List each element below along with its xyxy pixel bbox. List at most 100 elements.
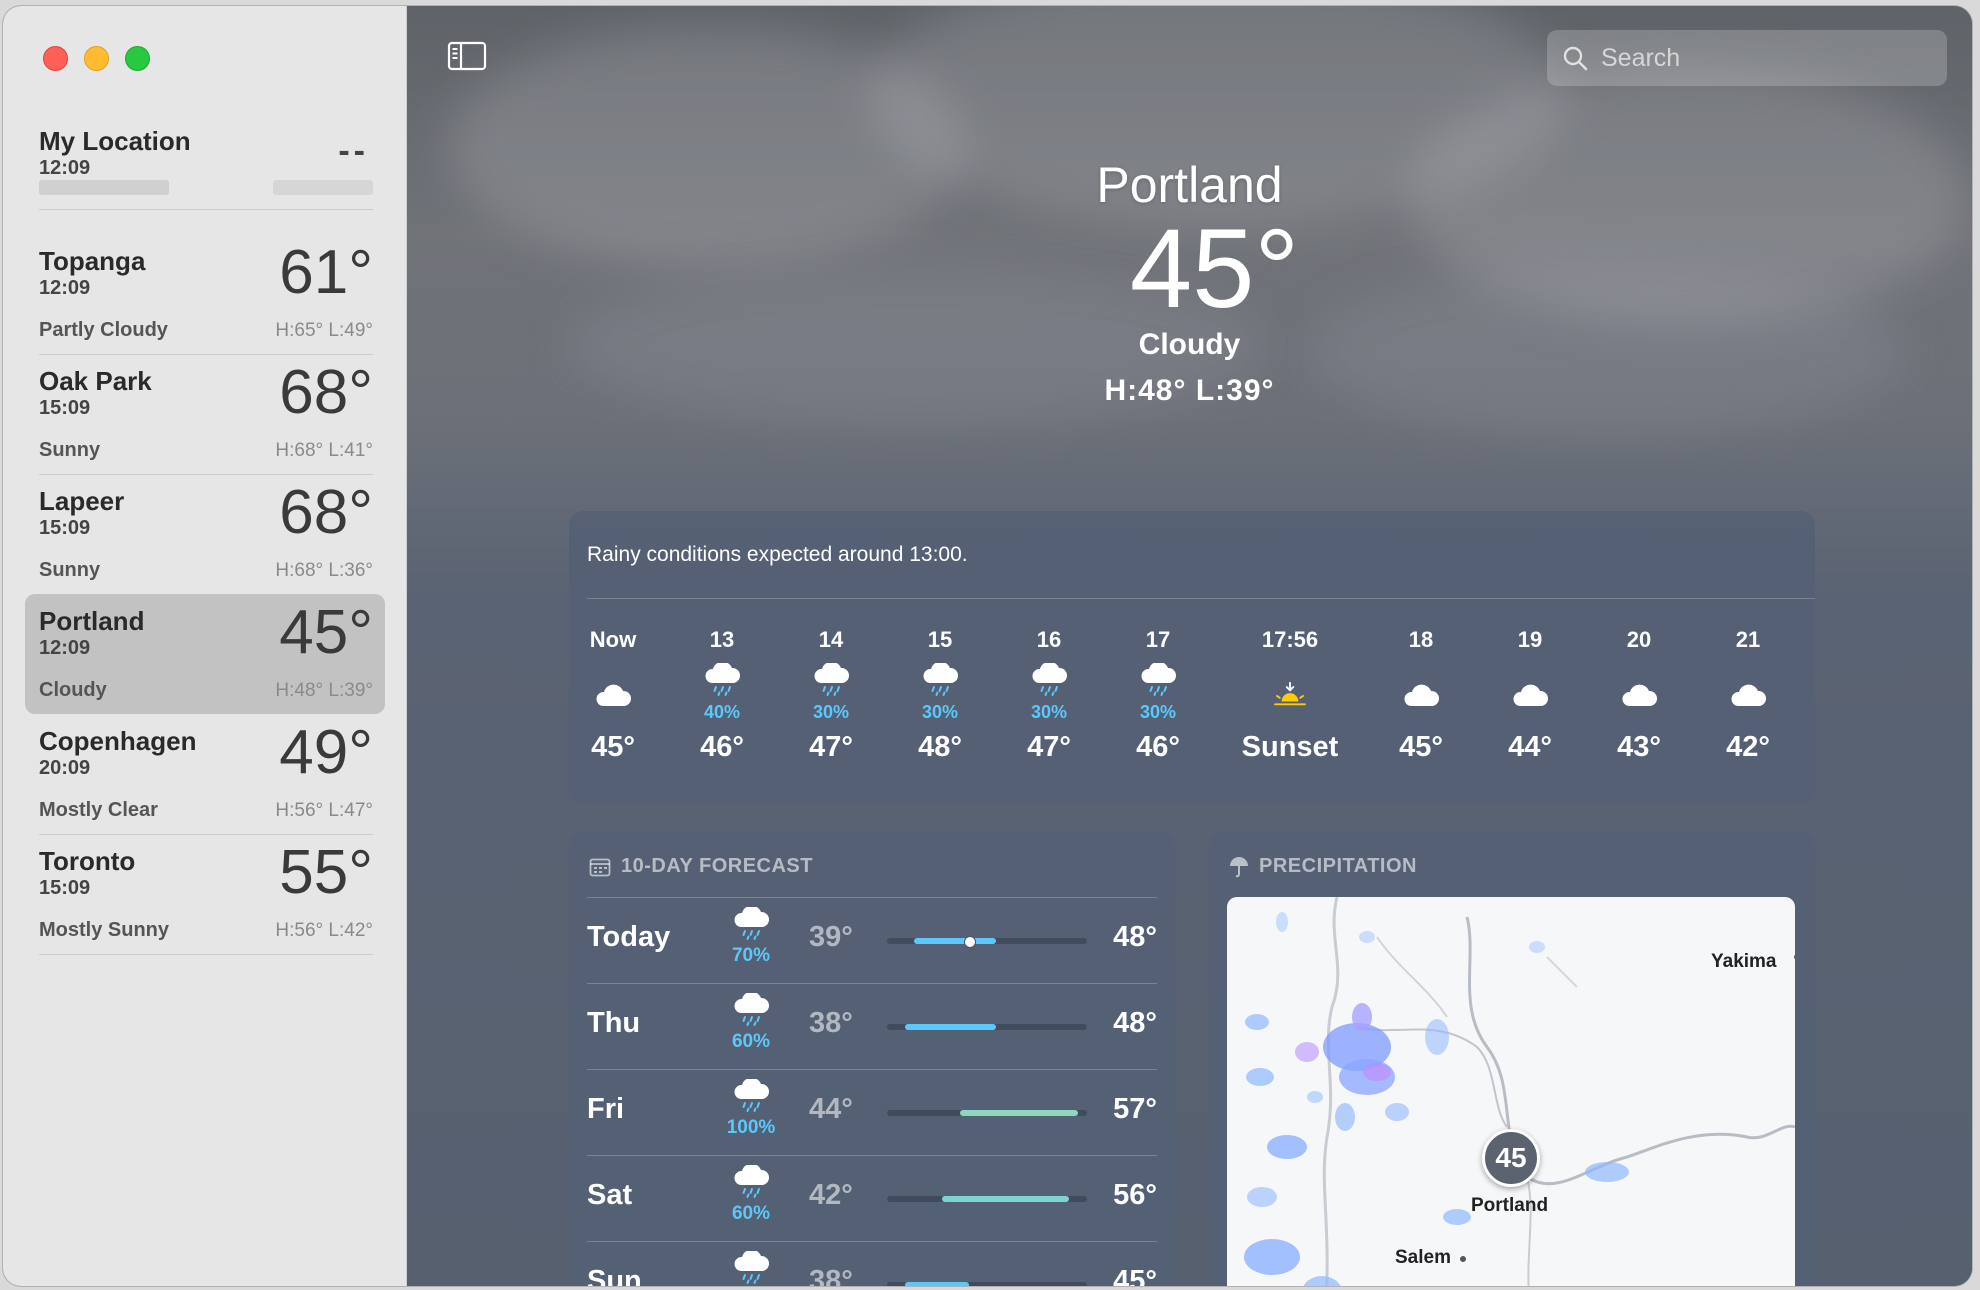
day-row[interactable]: Sat 60% 42° 56° — [587, 1155, 1157, 1241]
precipitation-card[interactable]: PRECIPITATION Yakima 45 Portland Salem — [1209, 831, 1815, 1286]
location-item[interactable]: My Location 12:09 -- — [25, 114, 385, 210]
cloud-icon — [559, 657, 667, 709]
day-name: Thu — [587, 1007, 641, 1039]
search-input[interactable] — [1599, 42, 1923, 74]
cloud-rain-icon — [777, 657, 885, 697]
temperature-range-bar — [887, 1282, 1087, 1286]
location-condition: Sunny — [39, 559, 101, 581]
location-item[interactable]: Copenhagen 20:09 49° Mostly Clear H:56° L:47… — [25, 714, 385, 835]
current-conditions: Portland 45° Cloudy H:48° L:39° — [407, 154, 1972, 414]
hour-temp: Sunset — [1241, 731, 1339, 763]
day-name: Sun — [587, 1265, 642, 1286]
hourly-summary: Rainy conditions expected around 13:00. — [587, 543, 968, 566]
hour-temp: 45° — [1399, 731, 1443, 763]
map-label-yakima: Yakima — [1711, 951, 1777, 972]
current-temperature: 45° — [1129, 206, 1300, 331]
current-condition: Cloudy — [1138, 328, 1241, 361]
precipitation-title: PRECIPITATION — [1259, 855, 1417, 877]
day-name: Today — [587, 921, 671, 953]
hour-temp: 47° — [809, 731, 853, 763]
map-pin[interactable]: 45 — [1482, 1129, 1540, 1187]
temperature-range-bar — [887, 1196, 1087, 1202]
hour-temp: 47° — [1027, 731, 1071, 763]
cloud-rain-icon — [1104, 657, 1212, 697]
day-low: 44° — [809, 1093, 853, 1125]
location-temp: 55° — [279, 838, 373, 907]
location-high-low: H:68° L:41° — [275, 440, 373, 461]
cloud-icon — [1476, 657, 1584, 709]
loading-placeholder — [39, 180, 169, 195]
cloud-rain-icon — [719, 1077, 783, 1118]
sidebar: My Location 12:09 -- Topanga 12:09 61° Partly … — [3, 6, 407, 1286]
day-row[interactable]: Fri 100% 44° 57° — [587, 1069, 1157, 1155]
ten-day-forecast-card[interactable]: 10-DAY FORECAST Today 70% 39° 48° Thu 60% 38° 4… — [569, 831, 1175, 1286]
day-row[interactable]: Today 70% 39° 48° — [587, 897, 1157, 983]
hour-label: 15 — [927, 627, 953, 652]
temperature-range-fill — [905, 1282, 969, 1286]
precip-probability: 40% — [703, 702, 741, 722]
temperature-range-bar — [887, 1024, 1087, 1030]
divider — [587, 598, 1815, 599]
ten-day-header: 10-DAY FORECAST — [589, 855, 813, 878]
map-label-portland: Portland — [1471, 1195, 1549, 1216]
search-field[interactable] — [1547, 30, 1947, 86]
hour-label: Now — [589, 627, 637, 652]
hour-temp: 46° — [700, 731, 744, 763]
cloud-rain-icon — [995, 657, 1103, 697]
location-item[interactable]: Lapeer 15:09 68° Sunny H:68° L:36° — [25, 474, 385, 595]
day-high: 48° — [1113, 921, 1157, 953]
hour-label: 16 — [1036, 627, 1062, 652]
cloud-rain-icon — [719, 991, 783, 1032]
hour-label: 14 — [818, 627, 844, 652]
day-low: 42° — [809, 1179, 853, 1211]
location-item[interactable]: Topanga 12:09 61° Partly Cloudy H:65° L:49° — [25, 234, 385, 355]
cloud-icon — [1585, 657, 1693, 709]
sidebar-toggle-icon[interactable] — [447, 40, 487, 72]
radar-map-graphic — [1244, 897, 1795, 1286]
maximize-window-button[interactable] — [125, 46, 150, 71]
temperature-range-fill — [941, 1196, 1069, 1202]
cloud-rain-icon — [719, 905, 783, 946]
weather-window: My Location 12:09 -- Topanga 12:09 61° Partly … — [3, 6, 1972, 1286]
cloud-icon — [1367, 657, 1475, 709]
temperature-range-fill — [959, 1110, 1078, 1116]
location-item[interactable]: Portland 12:09 45° Cloudy H:48° L:39° — [25, 594, 385, 714]
day-name: Fri — [587, 1093, 625, 1125]
hour-item: 21 42° — [1694, 627, 1802, 764]
location-condition: Mostly Sunny — [39, 919, 170, 941]
day-row[interactable]: Sun 38° 45° — [587, 1241, 1157, 1286]
map-label-salem: Salem — [1395, 1247, 1451, 1268]
location-item[interactable]: Oak Park 15:09 68° Sunny H:68° L:41° — [25, 354, 385, 475]
day-low: 38° — [809, 1007, 853, 1039]
day-row[interactable]: Thu 60% 38° 48° — [587, 983, 1157, 1069]
hour-label: 20 — [1626, 627, 1652, 652]
hour-item: 14 30% 47° — [777, 627, 885, 764]
location-temp-placeholder: -- — [338, 132, 369, 170]
current-high-low: H:48° L:39° — [1104, 374, 1275, 407]
day-high: 45° — [1113, 1265, 1157, 1286]
hour-temp: 42° — [1726, 731, 1770, 763]
precip-probability: 30% — [812, 702, 850, 722]
hour-temp: 43° — [1617, 731, 1661, 763]
location-high-low: H:48° L:39° — [275, 680, 373, 701]
precip-probability: 30% — [1030, 702, 1068, 722]
day-name: Sat — [587, 1179, 633, 1211]
current-temp-dot — [963, 936, 976, 948]
close-window-button[interactable] — [43, 46, 68, 71]
precipitation-header: PRECIPITATION — [1229, 855, 1417, 878]
search-icon — [1563, 46, 1588, 71]
location-name: My Location — [39, 126, 191, 156]
precip-probability: 60% — [731, 1031, 771, 1052]
day-high: 56° — [1113, 1179, 1157, 1211]
precipitation-map[interactable]: Yakima 45 Portland Salem — [1227, 897, 1795, 1286]
precip-probability: 30% — [921, 702, 959, 722]
hourly-forecast-card[interactable]: Rainy conditions expected around 13:00. … — [569, 511, 1815, 803]
precip-probability: 100% — [726, 1117, 776, 1138]
window-controls — [43, 46, 150, 71]
location-high-low: H:56° L:47° — [275, 800, 373, 821]
minimize-window-button[interactable] — [84, 46, 109, 71]
temperature-range-fill — [914, 938, 997, 944]
location-temp: 45° — [279, 598, 373, 667]
location-item[interactable]: Toronto 15:09 55° Mostly Sunny H:56° L:42° — [25, 834, 385, 955]
location-condition: Cloudy — [39, 679, 107, 701]
